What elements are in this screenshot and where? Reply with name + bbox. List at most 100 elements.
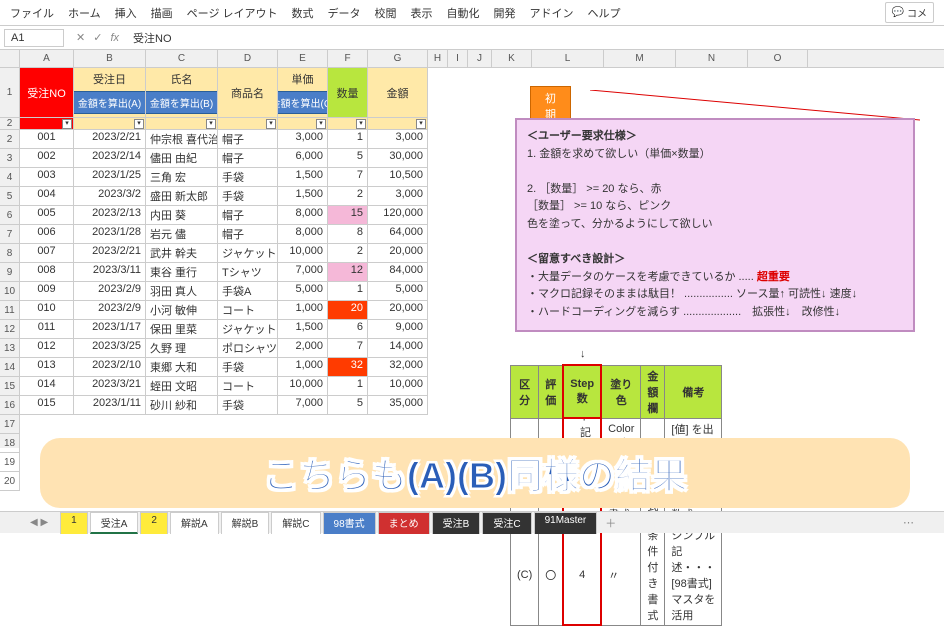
data-cell[interactable]: 2023/3/21 [74, 377, 146, 396]
data-cell[interactable]: 003 [20, 168, 74, 187]
row-header[interactable]: 9 [0, 263, 20, 282]
data-cell[interactable]: 15 [328, 206, 368, 225]
sheet-tab[interactable]: 解説A [170, 512, 219, 534]
data-cell[interactable]: 3,000 [368, 187, 428, 206]
data-cell[interactable]: 120,000 [368, 206, 428, 225]
filter-cell[interactable]: ▾ [20, 118, 74, 130]
row-header[interactable]: 14 [0, 358, 20, 377]
data-cell[interactable]: 2023/3/11 [74, 263, 146, 282]
add-sheet-icon[interactable]: ＋ [605, 515, 616, 531]
ribbon-tab[interactable]: ホーム [68, 5, 101, 21]
data-cell[interactable]: 岩元 儘 [146, 225, 218, 244]
row-header[interactable]: 10 [0, 282, 20, 301]
data-cell[interactable]: 1 [328, 282, 368, 301]
data-cell[interactable]: 2,000 [278, 339, 328, 358]
data-cell[interactable]: 東谷 重行 [146, 263, 218, 282]
data-cell[interactable]: 012 [20, 339, 74, 358]
data-cell[interactable]: 014 [20, 377, 74, 396]
sheet-tab[interactable]: まとめ [378, 512, 430, 534]
data-cell[interactable]: 10,000 [368, 377, 428, 396]
data-cell[interactable]: 2023/2/21 [74, 244, 146, 263]
col-header[interactable]: C [146, 50, 218, 67]
data-cell[interactable]: 6,000 [278, 149, 328, 168]
data-cell[interactable]: 2 [328, 187, 368, 206]
data-cell[interactable]: 2023/3/2 [74, 187, 146, 206]
col-header[interactable]: H [428, 50, 448, 67]
data-cell[interactable]: 8 [328, 225, 368, 244]
data-cell[interactable]: 001 [20, 130, 74, 149]
data-cell[interactable]: 手袋 [218, 358, 278, 377]
data-cell[interactable]: 9,000 [368, 320, 428, 339]
data-cell[interactable]: 5 [328, 149, 368, 168]
filter-cell[interactable]: ▾ [74, 118, 146, 130]
tab-nav-icon[interactable]: ◀ ▶ [30, 517, 48, 528]
data-cell[interactable]: ジャケット [218, 320, 278, 339]
data-cell[interactable]: 6 [328, 320, 368, 339]
row-header[interactable]: 6 [0, 206, 20, 225]
row-header[interactable]: 16 [0, 396, 20, 415]
row-header[interactable]: 20 [0, 472, 20, 491]
col-header[interactable]: M [604, 50, 676, 67]
sheet-tab[interactable]: 解説C [271, 512, 320, 534]
data-cell[interactable]: 2 [328, 244, 368, 263]
data-cell[interactable]: 手袋 [218, 168, 278, 187]
data-cell[interactable]: 帽子 [218, 225, 278, 244]
row-header[interactable]: 4 [0, 168, 20, 187]
filter-cell[interactable]: ▾ [328, 118, 368, 130]
data-cell[interactable]: 2023/1/25 [74, 168, 146, 187]
select-all-corner[interactable] [0, 50, 20, 67]
data-cell[interactable]: 10,000 [278, 377, 328, 396]
data-cell[interactable]: 32,000 [368, 358, 428, 377]
col-header[interactable]: L [532, 50, 604, 67]
data-cell[interactable]: 帽子 [218, 130, 278, 149]
data-cell[interactable]: 手袋A [218, 282, 278, 301]
data-cell[interactable]: 010 [20, 301, 74, 320]
ribbon-tab[interactable]: データ [328, 5, 361, 21]
row-header[interactable]: 3 [0, 149, 20, 168]
data-cell[interactable]: 保田 里菜 [146, 320, 218, 339]
cancel-icon[interactable]: ✕ [76, 31, 85, 44]
ribbon-tab[interactable]: 描画 [151, 5, 173, 21]
data-cell[interactable]: 5 [328, 396, 368, 415]
data-cell[interactable]: 2023/2/14 [74, 149, 146, 168]
formula-input[interactable]: 受注NO [127, 28, 178, 48]
data-cell[interactable]: 015 [20, 396, 74, 415]
sheet-tab[interactable]: 受注B [432, 512, 481, 534]
col-header[interactable]: K [492, 50, 532, 67]
data-cell[interactable]: 帽子 [218, 206, 278, 225]
data-cell[interactable]: 3,000 [368, 130, 428, 149]
row-header[interactable]: 5 [0, 187, 20, 206]
data-cell[interactable]: 12 [328, 263, 368, 282]
data-cell[interactable]: 2023/2/13 [74, 206, 146, 225]
data-cell[interactable]: Tシャツ [218, 263, 278, 282]
ribbon-tab[interactable]: アドイン [530, 5, 574, 21]
data-cell[interactable]: 砂川 紗和 [146, 396, 218, 415]
ribbon-tab[interactable]: 校閲 [375, 5, 397, 21]
sheet-tab[interactable]: 1 [60, 512, 88, 534]
data-cell[interactable]: 小河 敏伸 [146, 301, 218, 320]
data-cell[interactable]: 2023/2/21 [74, 130, 146, 149]
data-cell[interactable]: 7,000 [278, 396, 328, 415]
calc-button[interactable]: 金額を算出(C) [278, 91, 328, 114]
data-cell[interactable]: 手袋 [218, 396, 278, 415]
filter-icon[interactable]: ▾ [316, 119, 326, 129]
data-cell[interactable]: 7,000 [278, 263, 328, 282]
data-cell[interactable]: 帽子 [218, 149, 278, 168]
data-cell[interactable]: 手袋 [218, 187, 278, 206]
data-cell[interactable]: コート [218, 377, 278, 396]
ribbon-tab[interactable]: 表示 [411, 5, 433, 21]
ribbon-tab[interactable]: ヘルプ [588, 5, 621, 21]
data-cell[interactable]: 久野 理 [146, 339, 218, 358]
data-cell[interactable]: 013 [20, 358, 74, 377]
data-cell[interactable]: 2023/1/17 [74, 320, 146, 339]
filter-cell[interactable]: ▾ [368, 118, 428, 130]
row-header[interactable]: 2 [0, 118, 20, 130]
ribbon-tab[interactable]: ページ レイアウト [187, 5, 278, 21]
row-header[interactable]: 18 [0, 434, 20, 453]
data-cell[interactable]: 20 [328, 301, 368, 320]
data-cell[interactable]: 2023/2/9 [74, 301, 146, 320]
data-cell[interactable]: コート [218, 301, 278, 320]
data-cell[interactable]: 1,000 [278, 358, 328, 377]
ribbon-tab[interactable]: 数式 [292, 5, 314, 21]
confirm-icon[interactable]: ✓ [93, 31, 102, 44]
